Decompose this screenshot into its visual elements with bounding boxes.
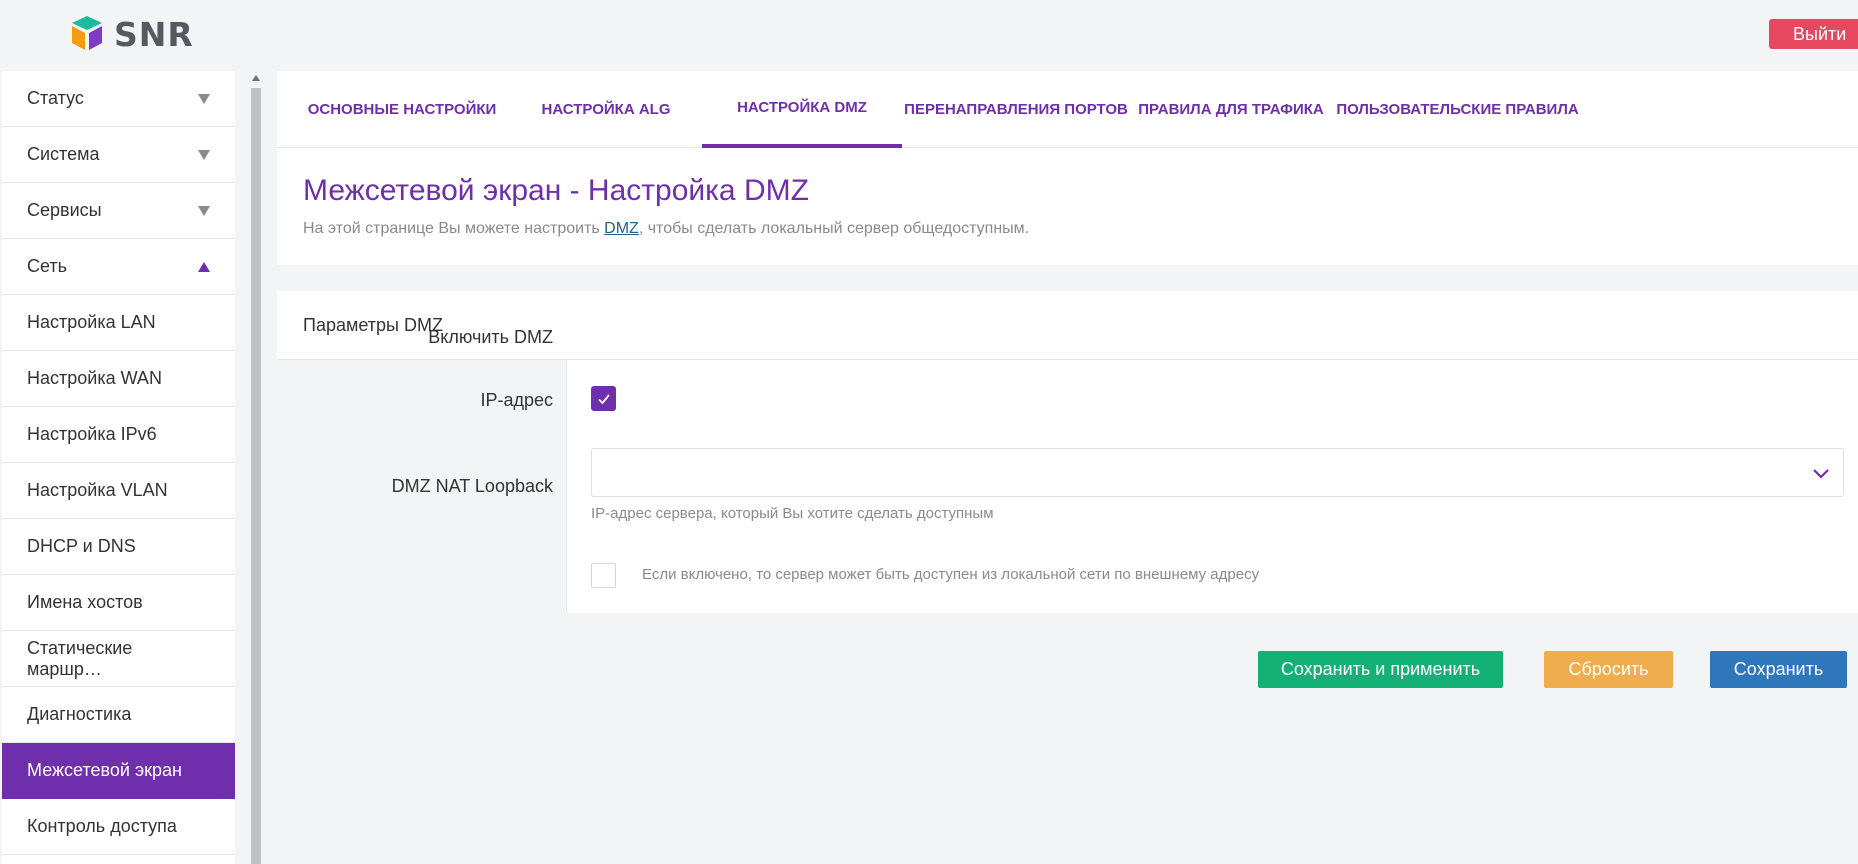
enable-dmz-checkbox[interactable] <box>591 386 616 411</box>
save-and-apply-button[interactable]: Сохранить и применить <box>1258 651 1503 688</box>
sidebar-item-label: Статические маршр… <box>27 637 133 679</box>
sidebar-item-label: Статус <box>27 88 84 108</box>
page-description-text: На этой странице Вы можете настроить <box>303 220 605 237</box>
sidebar-item-access-control[interactable]: Контроль доступа <box>2 799 235 855</box>
sidebar-item-dhcp-dns[interactable]: DHCP и DNS <box>2 519 235 575</box>
sidebar-item-ipv6[interactable]: Настройка IPv6 <box>2 407 235 463</box>
checkmark-icon <box>597 393 610 404</box>
sidebar-item-label: Межсетевой экран <box>27 760 182 780</box>
sidebar-item-firewall[interactable]: Межсетевой экран <box>2 743 235 799</box>
sidebar-item-label: Диагностика <box>27 704 132 724</box>
enable-dmz-label: Включить DMZ <box>428 327 553 347</box>
sidebar-item-status[interactable]: Статус <box>2 71 235 127</box>
sidebar-item-services[interactable]: Сервисы <box>2 183 235 239</box>
sidebar-item-hostnames[interactable]: Имена хостов <box>2 575 235 631</box>
ip-address-hint: IP-адрес сервера, который Вы хотите сдел… <box>591 505 994 522</box>
sidebar-item-diagnostics[interactable]: Диагностика <box>2 687 235 743</box>
reset-button[interactable]: Сбросить <box>1544 651 1673 688</box>
sidebar-item-vlan[interactable]: Настройка VLAN <box>2 463 235 519</box>
save-button[interactable]: Сохранить <box>1710 651 1847 688</box>
nat-loopback-checkbox[interactable] <box>591 563 616 588</box>
page-description: На этой странице Вы можете настроить DMZ… <box>303 220 1029 238</box>
chevron-down-icon <box>198 93 210 104</box>
dmz-link[interactable]: DMZ <box>604 220 639 237</box>
ip-address-select[interactable] <box>591 448 1844 497</box>
tab-general-settings[interactable]: ОСНОВНЫЕ НАСТРОЙКИ <box>308 71 497 148</box>
sidebar-item-label: Система <box>27 144 100 164</box>
sidebar-item-label: Контроль доступа <box>27 816 177 836</box>
tab-traffic-rules[interactable]: ПРАВИЛА ДЛЯ ТРАФИКА <box>1138 71 1323 148</box>
sidebar-item-label: Настройка VLAN <box>27 480 168 500</box>
sidebar-item-label: Сервисы <box>27 200 102 220</box>
sidebar-item-system[interactable]: Система <box>2 127 235 183</box>
sidebar-item-label: Имена хостов <box>27 592 143 612</box>
panel-header: Параметры DMZ <box>277 291 1858 360</box>
title-panel: Межсетевой экран - Настройка DMZ На этой… <box>277 148 1858 265</box>
sidebar-item-label: Настройка IPv6 <box>27 424 157 444</box>
sidebar-item-network[interactable]: Сеть <box>2 239 235 295</box>
sidebar: Статус Система Сервисы Сеть Настройка LA… <box>2 71 235 864</box>
chevron-down-icon <box>198 149 210 160</box>
ip-address-label: IP-адрес <box>480 390 553 410</box>
tab-bar: ОСНОВНЫЕ НАСТРОЙКИ НАСТРОЙКА ALG НАСТРОЙ… <box>277 71 1858 148</box>
page-description-text: , чтобы сделать локальный сервер общедос… <box>638 220 1030 237</box>
snr-logo-icon <box>72 16 102 50</box>
logo[interactable]: SNR <box>68 14 194 54</box>
scroll-up-arrow-icon[interactable] <box>252 75 260 81</box>
nat-loopback-label: DMZ NAT Loopback <box>391 476 553 496</box>
sidebar-item-wan[interactable]: Настройка WAN <box>2 351 235 407</box>
tab-port-forwarding[interactable]: ПЕРЕНАПРАВЛЕНИЯ ПОРТОВ <box>904 71 1128 148</box>
sidebar-item-label: Настройка LAN <box>27 312 156 332</box>
page-title: Межсетевой экран - Настройка DMZ <box>303 174 809 207</box>
top-bar: SNR Выйти <box>0 0 1858 71</box>
sidebar-item-label: DHCP и DNS <box>27 536 136 556</box>
chevron-up-icon <box>198 261 210 272</box>
logo-text: SNR <box>114 14 194 54</box>
tab-custom-rules[interactable]: ПОЛЬЗОВАТЕЛЬСКИЕ ПРАВИЛА <box>1336 71 1578 148</box>
chevron-down-icon <box>1813 469 1829 479</box>
sidebar-scrollbar-thumb[interactable] <box>251 88 261 864</box>
nat-loopback-hint: Если включено, то сервер может быть дост… <box>642 566 1260 583</box>
dmz-settings-panel: Параметры DMZ Включить DMZ IP-адрес IP-а… <box>277 291 1858 613</box>
tab-alg-settings[interactable]: НАСТРОЙКА ALG <box>541 71 671 148</box>
sidebar-item-lan[interactable]: Настройка LAN <box>2 295 235 351</box>
sidebar-item-label: Настройка WAN <box>27 368 162 388</box>
logout-button[interactable]: Выйти <box>1769 19 1858 49</box>
sidebar-item-label: Сеть <box>27 256 68 276</box>
chevron-down-icon <box>198 205 210 216</box>
tab-dmz-settings[interactable]: НАСТРОЙКА DMZ <box>702 71 902 148</box>
sidebar-item-static-routes[interactable]: Статические маршр… <box>2 631 235 687</box>
